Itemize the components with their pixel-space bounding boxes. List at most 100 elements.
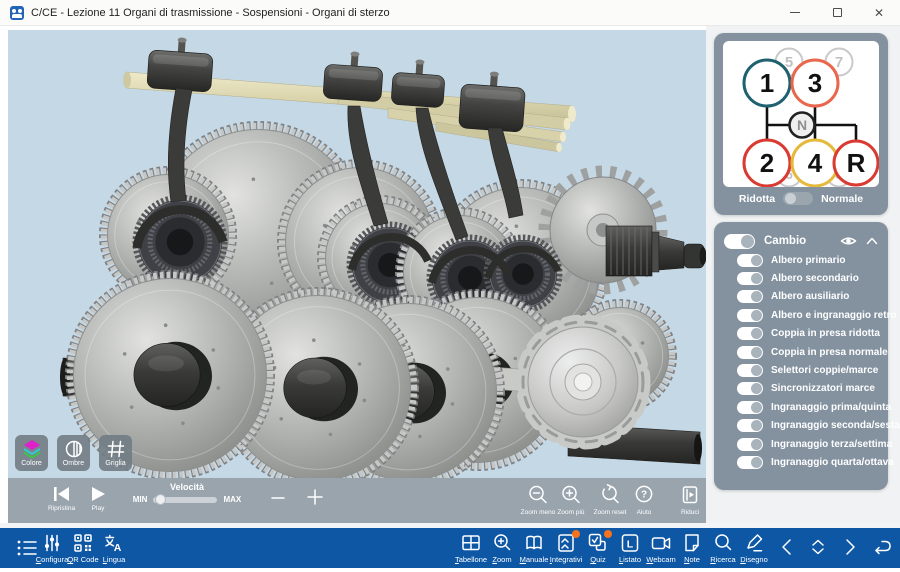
layer-toggle[interactable] [737, 419, 763, 432]
title-bar: C/CE - Lezione 11 Organi di trasmissione… [0, 0, 900, 26]
increase-button[interactable] [306, 488, 324, 511]
gearbox-3d-model [8, 30, 706, 478]
help-icon: ? [633, 484, 655, 506]
reduce-label: Riduci [681, 509, 699, 516]
book-icon [523, 532, 545, 554]
eye-icon[interactable] [840, 235, 857, 247]
cambio-toggle[interactable] [724, 234, 755, 249]
layer-label: Albero e ingranaggio retro [771, 310, 897, 321]
exit-door-icon [679, 484, 701, 506]
speed-slider[interactable] [153, 497, 217, 503]
shift-pattern-card: 5 7 6 8 1 3 N 2 4 R [723, 41, 879, 187]
svg-text:L: L [627, 539, 634, 551]
shading-icon [64, 439, 84, 459]
zoom-reset-icon [599, 484, 621, 506]
collapse-chevron-icon[interactable] [866, 237, 878, 245]
layer-item-seconda-sesta[interactable]: Ingranaggio seconda/sesta [724, 417, 878, 435]
normale-label: Normale [821, 193, 863, 205]
layer-item-selettori[interactable]: Selettori coppie/marce [724, 361, 878, 379]
help-button[interactable]: ? Aiuto [626, 484, 662, 516]
layer-item-albero-ausiliario[interactable]: Albero ausiliario [724, 288, 878, 306]
speed-label: Velocità [170, 482, 204, 492]
grid-icon [106, 439, 126, 459]
layer-toggle[interactable] [737, 382, 763, 395]
main-toolbar: Configura QR Code A Lingua Tabellone Zoo… [0, 528, 900, 568]
return-arrow-icon [870, 537, 894, 557]
gear2-label: 2 [760, 148, 774, 178]
griglia-button[interactable]: Griglia [99, 435, 132, 471]
layer-label: Albero secondario [771, 273, 859, 284]
help-label: Aiuto [637, 509, 652, 516]
neutral-label: N [797, 117, 807, 133]
layer-toggle[interactable] [737, 456, 763, 469]
zoom-tool-label: Zoom [492, 555, 511, 564]
layer-item-albero-secondario[interactable]: Albero secondario [724, 269, 878, 287]
play-label: Play [92, 505, 105, 512]
layer-toggle[interactable] [737, 254, 763, 267]
gear4-label: 4 [808, 148, 823, 178]
selector-clamp [391, 58, 446, 108]
chevrons-up-down-icon [807, 537, 829, 557]
decrease-button[interactable] [270, 490, 286, 511]
ridotta-label: Ridotta [739, 193, 775, 205]
layer-label: Albero primario [771, 255, 845, 266]
layer-item-albero-ingranaggio-retro[interactable]: Albero e ingranaggio retro [724, 306, 878, 324]
speed-slider-thumb[interactable] [155, 494, 166, 505]
layer-toggle[interactable] [737, 438, 763, 451]
lingua-button[interactable]: A Lingua [91, 532, 137, 564]
layer-toggle[interactable] [737, 309, 763, 322]
reduce-button[interactable]: Riduci [672, 484, 708, 516]
cambio-layers-panel: Cambio Albero primario Albero secondario… [714, 222, 888, 490]
layer-item-albero-primario[interactable]: Albero primario [724, 251, 878, 269]
selector-clamp [459, 69, 527, 132]
minimize-button[interactable] [774, 0, 816, 26]
layer-toggle[interactable] [737, 346, 763, 359]
speed-control: Velocità MIN MAX [126, 482, 248, 504]
layer-item-coppia-normale[interactable]: Coppia in presa normale [724, 343, 878, 361]
pen-icon [743, 532, 765, 554]
ridotta-normale-toggle[interactable] [783, 192, 813, 205]
layer-toggle[interactable] [737, 272, 763, 285]
layer-label: Ingranaggio seconda/sesta [771, 420, 900, 431]
3d-viewport[interactable]: Colore Ombre Griglia [8, 30, 706, 478]
min-label: MIN [133, 495, 148, 504]
layer-item-sincronizzatori[interactable]: Sincronizzatori marce [724, 380, 878, 398]
colore-button[interactable]: Colore [15, 435, 48, 471]
view-option-buttons: Colore Ombre Griglia [15, 435, 132, 471]
maximize-button[interactable] [816, 0, 858, 26]
zoom-in-button[interactable]: Zoom più [551, 484, 591, 516]
layer-label: Ingranaggio terza/settima [771, 439, 892, 450]
quiz-label: Quiz [590, 555, 605, 564]
reverse-idler-gear [523, 322, 643, 442]
layer-label: Coppia in presa normale [771, 347, 888, 358]
layer-toggle[interactable] [737, 364, 763, 377]
gear3-label: 3 [808, 68, 822, 98]
griglia-label: Griglia [105, 460, 125, 467]
shift-pattern-diagram: 5 7 6 8 1 3 N 2 4 R [723, 41, 879, 187]
app-icon [10, 6, 24, 20]
layer-label: Ingranaggio prima/quinta [771, 402, 891, 413]
ombre-button[interactable]: Ombre [57, 435, 90, 471]
window-title: C/CE - Lezione 11 Organi di trasmissione… [31, 7, 390, 19]
zoom-out-icon [527, 484, 549, 506]
gear1-label: 1 [760, 68, 774, 98]
translate-icon: A [103, 532, 125, 554]
layer-toggle[interactable] [737, 290, 763, 303]
layer-toggle[interactable] [737, 401, 763, 414]
close-button[interactable]: ✕ [858, 0, 900, 26]
layer-item-quarta-ottava[interactable]: Ingranaggio quarta/ottava [724, 453, 878, 471]
bottom-strip [0, 568, 900, 572]
selector-clamp [147, 35, 215, 92]
svg-text:A: A [114, 542, 122, 554]
return-button[interactable] [859, 537, 900, 557]
play-button[interactable]: Play [90, 486, 106, 512]
layer-item-coppia-ridotta[interactable]: Coppia in presa ridotta [724, 325, 878, 343]
note-label: Note [684, 555, 700, 564]
layer-label: Coppia in presa ridotta [771, 328, 880, 339]
layer-toggle[interactable] [737, 327, 763, 340]
output-shaft [606, 226, 706, 276]
ripristina-button[interactable]: Ripristina [48, 486, 75, 512]
skip-start-icon [53, 486, 71, 502]
layer-item-prima-quinta[interactable]: Ingranaggio prima/quinta [724, 398, 878, 416]
layer-item-terza-settima[interactable]: Ingranaggio terza/settima [724, 435, 878, 453]
